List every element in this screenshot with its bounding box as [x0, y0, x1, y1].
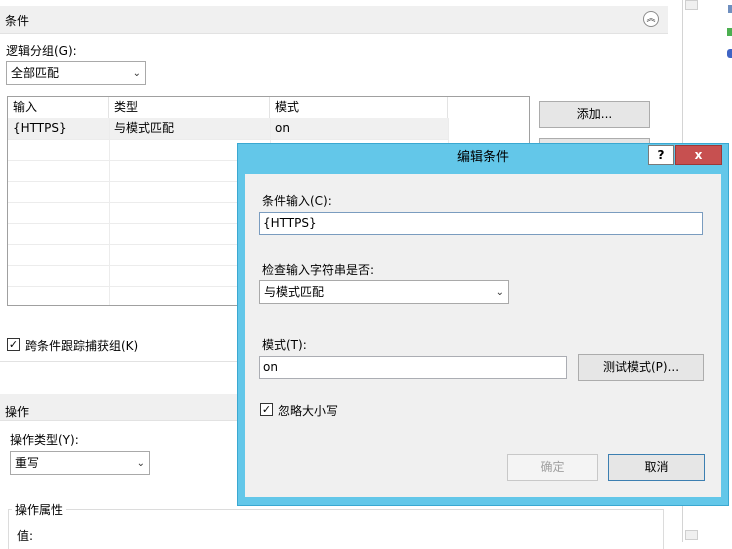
- conditions-header[interactable]: [0, 6, 668, 34]
- logical-group-dropdown[interactable]: 全部匹配 ⌄: [6, 61, 146, 85]
- ok-button[interactable]: 确定: [507, 454, 598, 481]
- close-button[interactable]: x: [675, 145, 722, 165]
- arrow-icon: [727, 28, 732, 36]
- checkmark-icon: ✓: [8, 338, 19, 351]
- chevron-down-icon: ⌄: [132, 68, 141, 79]
- logical-group-label: 逻辑分组(G):: [6, 44, 77, 58]
- scroll-up-button[interactable]: [685, 0, 698, 10]
- action-type-label: 操作类型(Y):: [10, 433, 79, 447]
- checkmark-icon: ✓: [261, 403, 272, 416]
- cell-type: 与模式匹配: [114, 121, 175, 135]
- pattern-label: 模式(T):: [262, 338, 307, 352]
- action-type-dropdown[interactable]: 重写 ⌄: [10, 451, 150, 475]
- cancel-button[interactable]: 取消: [608, 454, 705, 481]
- condition-input-label: 条件输入(C):: [262, 192, 332, 209]
- track-capture-checkbox[interactable]: ✓: [7, 338, 20, 351]
- doc-icon: [728, 5, 732, 13]
- check-input-label: 检查输入字符串是否:: [262, 263, 375, 277]
- column-header-input[interactable]: 输入: [8, 97, 109, 118]
- grid-line: [8, 139, 448, 140]
- pattern-field[interactable]: on: [259, 356, 567, 379]
- grid-line: [109, 118, 110, 305]
- action-type-value: 重写: [15, 456, 40, 470]
- scroll-down-button[interactable]: [685, 530, 698, 540]
- section-divider: [0, 361, 237, 362]
- ignore-case-checkbox[interactable]: ✓: [260, 403, 273, 416]
- condition-input-label-text: 条件输入(C):: [262, 194, 332, 208]
- info-icon: [727, 49, 732, 58]
- value-label: 值:: [17, 529, 34, 543]
- chevron-down-icon: ⌄: [136, 458, 145, 469]
- cell-input: {HTTPS}: [13, 121, 67, 135]
- collapse-icon[interactable]: ︽: [643, 11, 659, 27]
- table-header: 输入 类型 模式: [8, 97, 448, 119]
- logical-group-value: 全部匹配: [11, 66, 60, 80]
- track-capture-label: 跨条件跟踪捕获组(K): [25, 339, 139, 353]
- add-button[interactable]: 添加...: [539, 101, 650, 128]
- check-input-value: 与模式匹配: [264, 285, 325, 299]
- check-input-dropdown[interactable]: 与模式匹配 ⌄: [259, 280, 509, 304]
- help-button[interactable]: ?: [648, 145, 674, 165]
- conditions-title: 条件: [5, 14, 30, 28]
- condition-input-field[interactable]: {HTTPS}: [259, 212, 703, 235]
- test-pattern-button[interactable]: 测试模式(P)...: [578, 354, 704, 381]
- action-title: 操作: [5, 405, 30, 419]
- chevron-down-icon: ⌄: [495, 287, 504, 298]
- action-header[interactable]: [0, 394, 237, 421]
- action-properties-label: 操作属性: [12, 501, 67, 518]
- cell-pattern: on: [275, 121, 290, 135]
- ignore-case-label: 忽略大小写: [278, 404, 339, 418]
- column-header-pattern[interactable]: 模式: [270, 97, 448, 118]
- action-properties-group: [8, 509, 664, 549]
- column-header-type[interactable]: 类型: [109, 97, 270, 118]
